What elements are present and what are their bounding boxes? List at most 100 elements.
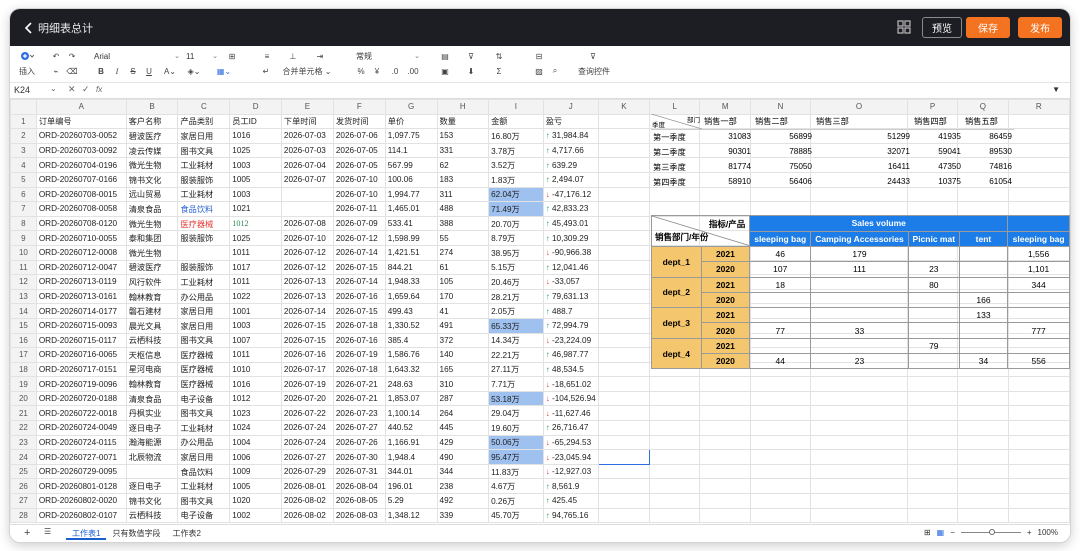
quarter-value[interactable]: 78885 [753, 144, 814, 159]
cell-h[interactable]: 55 [436, 230, 490, 246]
row-header[interactable]: 23 [10, 434, 37, 451]
cell-g[interactable]: 114.1 [384, 142, 438, 159]
pivot-dept-label[interactable]: dept_3 [651, 307, 702, 339]
cell-e[interactable] [280, 186, 334, 203]
cell-f[interactable]: 2026-07-23 [332, 405, 386, 422]
pivot-value[interactable] [1007, 337, 1070, 355]
cell-f[interactable]: 2026-07-05 [332, 142, 386, 159]
pivot-year-label[interactable]: 2021 [700, 276, 751, 293]
cell-e[interactable]: 2026-07-17 [280, 361, 334, 378]
cell-reference[interactable]: K24 [14, 85, 30, 95]
cell-d[interactable]: 1006 [229, 449, 282, 465]
column-header[interactable]: I [488, 99, 544, 115]
pivot-year-label[interactable]: 2020 [700, 322, 751, 339]
cell-c[interactable]: 服装服饰 [177, 230, 231, 246]
fill-down-icon[interactable]: ⬇ [464, 65, 478, 77]
cell-c[interactable]: 工业耗材 [177, 186, 231, 203]
pivot-year-label[interactable]: 2020 [700, 291, 751, 309]
empty-cell[interactable] [597, 142, 651, 159]
empty-cell[interactable] [597, 376, 651, 392]
name-box-dropdown-icon[interactable]: ⌄ [50, 84, 57, 93]
cell-j[interactable]: ↑ 26,716.47 [542, 420, 599, 436]
cell-d[interactable]: 1003 [229, 317, 282, 334]
cell-d[interactable]: 1022 [229, 288, 282, 305]
cell-b[interactable]: 天枢信息 [125, 347, 179, 363]
empty-cell[interactable] [749, 493, 812, 509]
empty-cell[interactable] [810, 405, 908, 422]
empty-cell[interactable] [699, 376, 751, 392]
empty-cell[interactable] [906, 376, 959, 392]
cell-e[interactable]: 2026-07-04 [280, 157, 334, 173]
empty-cell[interactable] [957, 449, 1009, 465]
cell-e[interactable]: 2026-08-02 [280, 507, 334, 524]
cell-j[interactable]: ↓ -18,651.02 [542, 376, 599, 392]
cell-e[interactable]: 2026-07-29 [280, 463, 334, 480]
row-header[interactable]: 17 [10, 347, 37, 363]
cell-i[interactable]: 28.21万 [488, 288, 544, 305]
cell-h[interactable]: 372 [436, 332, 490, 349]
cell-e[interactable]: 2026-07-20 [280, 390, 334, 407]
cell-b[interactable]: 泰和集团 [125, 230, 179, 246]
cell-f[interactable]: 2026-07-14 [332, 274, 386, 290]
preview-button[interactable]: 预览 [922, 17, 962, 38]
empty-cell[interactable] [810, 434, 908, 451]
cell-b[interactable]: 风行软件 [125, 274, 179, 290]
pivot-product-header[interactable]: tent [958, 230, 1009, 247]
cell-j[interactable]: ↓ -12,927.03 [542, 463, 599, 480]
empty-cell[interactable] [597, 493, 651, 509]
cell-j[interactable]: ↑ 8,561.9 [542, 478, 599, 495]
fill-color-icon[interactable]: ◈⌄ [186, 65, 202, 77]
page-view-icon[interactable]: ▦ [937, 528, 945, 537]
cell-f[interactable]: 发货时间 [332, 113, 386, 130]
cell-i[interactable]: 16.80万 [488, 128, 544, 144]
empty-cell[interactable] [906, 420, 959, 436]
cell-e[interactable]: 2026-07-15 [280, 317, 334, 334]
cell-a[interactable]: ORD-20260724-0049 [35, 420, 127, 436]
empty-cell[interactable] [597, 347, 651, 363]
cell-h[interactable]: 331 [436, 142, 490, 159]
pivot-value[interactable] [907, 353, 960, 370]
cell-b[interactable]: 瀚海能源 [125, 434, 179, 451]
cell-d[interactable]: 1010 [229, 361, 282, 378]
cell-f[interactable]: 2026-07-11 [332, 201, 386, 217]
cell-g[interactable]: 1,853.07 [384, 390, 438, 407]
cell-i[interactable]: 50.06万 [488, 434, 544, 451]
cell-b[interactable]: 云栖科技 [125, 332, 179, 349]
column-header[interactable]: F [332, 99, 386, 115]
row-header[interactable]: 16 [10, 332, 37, 349]
cell-d[interactable]: 1025 [229, 142, 282, 159]
cell-f[interactable]: 2026-08-05 [332, 493, 386, 509]
cell-g[interactable]: 1,643.32 [384, 361, 438, 378]
empty-cell[interactable] [906, 434, 959, 451]
increase-decimal-icon[interactable]: .00 [406, 65, 420, 77]
pivot-value[interactable]: 23 [810, 353, 909, 370]
empty-cell[interactable] [597, 113, 651, 130]
empty-cell[interactable] [957, 420, 1009, 436]
cell-j[interactable]: ↑ 12,041.46 [542, 259, 599, 276]
cell-g[interactable]: 440.52 [384, 420, 438, 436]
cell-e[interactable]: 2026-07-22 [280, 405, 334, 422]
quarter-header[interactable]: 销售四部 [912, 114, 963, 130]
cancel-icon[interactable]: ✕ [68, 84, 76, 95]
cell-e[interactable]: 2026-07-27 [280, 449, 334, 465]
cell-a[interactable]: ORD-20260717-0151 [35, 361, 127, 378]
quarter-value[interactable]: 75050 [753, 159, 814, 174]
empty-cell[interactable] [649, 405, 701, 422]
cell-a[interactable]: ORD-20260710-0055 [35, 230, 127, 246]
cell-i[interactable]: 38.95万 [488, 244, 544, 261]
cell-c[interactable]: 电子设备 [177, 390, 231, 407]
query-control-icon[interactable]: ⊽ [586, 50, 600, 62]
cell-i[interactable]: 65.33万 [488, 317, 544, 334]
quarter-value[interactable]: 86459 [963, 129, 1014, 144]
cell-b[interactable]: 微光生物 [125, 244, 179, 261]
empty-cell[interactable] [597, 186, 651, 203]
cell-b[interactable]: 清泉食品 [125, 390, 179, 407]
pivot-product-header[interactable]: sleeping bag [749, 230, 812, 247]
cell-j[interactable]: ↑ 10,309.29 [542, 230, 599, 246]
cell-i[interactable]: 金额 [488, 113, 544, 130]
cell-i[interactable]: 71.49万 [488, 201, 544, 217]
align-vertical-icon[interactable]: ⊥ [286, 50, 300, 62]
empty-cell[interactable] [699, 420, 751, 436]
cell-g[interactable]: 844.21 [384, 259, 438, 276]
empty-cell[interactable] [957, 186, 1009, 203]
